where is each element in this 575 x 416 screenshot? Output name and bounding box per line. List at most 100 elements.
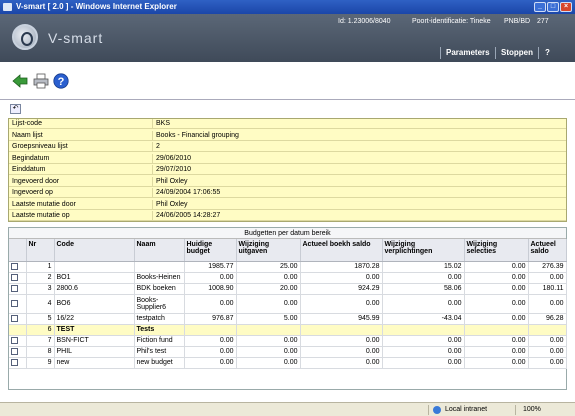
info-label: Begindatum bbox=[12, 154, 50, 162]
budget-table: Nr Code Naam Huidige budget Wijziging ui… bbox=[9, 239, 567, 369]
zone-label: Local intranet bbox=[445, 406, 488, 413]
table-row[interactable]: 6 TEST Tests bbox=[9, 324, 567, 336]
info-label: Einddatum bbox=[12, 166, 46, 173]
table-row[interactable]: 3 2800.6 BDK boeken 1008.90 20.00 924.29 58.06… bbox=[9, 283, 567, 295]
info-value: Phil Oxley bbox=[156, 177, 188, 185]
window-controls: _ □ × bbox=[534, 2, 572, 12]
cell-naam: new budget bbox=[134, 357, 185, 369]
branch-code: PNB/BD bbox=[504, 18, 531, 25]
row-checkbox[interactable] bbox=[11, 284, 18, 292]
back-arrow-icon[interactable] bbox=[12, 73, 28, 89]
cell-code: 2800.6 bbox=[54, 283, 135, 295]
ie-icon bbox=[3, 3, 12, 11]
cell-budget: 0.00 bbox=[184, 357, 237, 369]
cell-verpl: 0.00 bbox=[382, 272, 465, 284]
cell-boekh bbox=[300, 324, 383, 336]
cell-saldo: 96.28 bbox=[528, 313, 567, 325]
table-row[interactable]: 5 16/22 testpatch 976.87 5.00 945.99 -43.04 0.0… bbox=[9, 313, 567, 325]
help-icon[interactable]: ? bbox=[53, 73, 69, 89]
info-row: Naam lijst Books - Financial grouping bbox=[9, 130, 566, 141]
cell-saldo: 0.00 bbox=[528, 335, 567, 347]
info-row: Laatste mutatie door Phil Oxley bbox=[9, 199, 566, 210]
stop-link[interactable]: Stoppen bbox=[501, 48, 533, 57]
session-id: Id: 1.23006/8040 bbox=[338, 18, 391, 25]
printer-icon[interactable] bbox=[33, 73, 49, 89]
cell-code: PHIL bbox=[54, 346, 135, 358]
minimize-button[interactable]: _ bbox=[534, 2, 546, 12]
info-divider bbox=[152, 199, 153, 210]
row-select-cell bbox=[9, 335, 27, 347]
cell-verpl: 58.06 bbox=[382, 283, 465, 295]
info-row: Groepsniveau lijst 2 bbox=[9, 142, 566, 152]
cell-boekh: 0.00 bbox=[300, 294, 383, 314]
row-checkbox[interactable] bbox=[11, 358, 18, 366]
info-value: Books - Financial grouping bbox=[156, 131, 239, 139]
svg-text:?: ? bbox=[58, 76, 65, 88]
table-row[interactable]: 9 new new budget 0.00 0.00 0.00 0.00 0.00 0.00 bbox=[9, 357, 567, 369]
cell-nr: 7 bbox=[26, 335, 55, 347]
info-label: Naam lijst bbox=[12, 131, 43, 139]
nav-divider bbox=[538, 47, 539, 59]
undo-icon[interactable]: ↶ bbox=[10, 104, 21, 114]
maximize-button[interactable]: □ bbox=[547, 2, 559, 12]
info-value: 24/06/2005 14:28:27 bbox=[156, 212, 221, 219]
close-button[interactable]: × bbox=[560, 2, 572, 12]
row-checkbox[interactable] bbox=[11, 262, 18, 270]
parameters-link[interactable]: Parameters bbox=[446, 48, 490, 57]
cell-code: BO1 bbox=[54, 272, 135, 284]
nav-divider bbox=[440, 47, 441, 59]
row-select-cell bbox=[9, 272, 27, 284]
table-row[interactable]: 2 BO1 Books-Heinen 0.00 0.00 0.00 0.00 0.00 0.00 bbox=[9, 272, 567, 284]
cell-saldo: 276.39 bbox=[528, 261, 567, 273]
status-divider bbox=[515, 405, 516, 415]
cell-verpl: 0.00 bbox=[382, 294, 465, 314]
budget-grid: Budgetten per datum bereik Nr Code Naam … bbox=[8, 227, 567, 390]
row-checkbox[interactable] bbox=[11, 273, 18, 281]
count-value: 277 bbox=[537, 18, 549, 25]
cell-boekh: 0.00 bbox=[300, 346, 383, 358]
nav-bar: Parameters Stoppen ? bbox=[0, 44, 575, 62]
cell-boekh: 924.29 bbox=[300, 283, 383, 295]
list-info-panel: Lijst-code BKS Naam lijst Books - Financial… bbox=[8, 118, 567, 222]
table-row[interactable]: 4 BO6 Books-Supplier6 0.00 0.00 0.00 0.00 0.00 0… bbox=[9, 294, 567, 314]
row-checkbox[interactable] bbox=[11, 314, 18, 322]
cell-code bbox=[54, 261, 135, 273]
cell-saldo: 0.00 bbox=[528, 357, 567, 369]
cell-nr: 2 bbox=[26, 272, 55, 284]
info-divider bbox=[152, 130, 153, 141]
table-row[interactable]: 1 1985.77 25.00 1870.28 15.02 0.00 276.39 bbox=[9, 261, 567, 273]
cell-sel: 0.00 bbox=[464, 335, 529, 347]
cell-budget bbox=[184, 324, 237, 336]
help-link[interactable]: ? bbox=[545, 48, 550, 57]
info-row: Ingevoerd op 24/09/2004 17:06:55 bbox=[9, 188, 566, 198]
info-value: 29/07/2010 bbox=[156, 166, 192, 173]
info-label: Lijst-code bbox=[12, 120, 42, 127]
app-header: V-smart Id: 1.23006/8040 Poort-identific… bbox=[0, 14, 575, 62]
row-checkbox[interactable] bbox=[11, 336, 18, 344]
table-row[interactable]: 8 PHIL Phil's test 0.00 0.00 0.00 0.00 0.00 0.00 bbox=[9, 346, 567, 358]
cell-verpl: 0.00 bbox=[382, 357, 465, 369]
info-divider bbox=[152, 153, 153, 164]
cell-sel: 0.00 bbox=[464, 283, 529, 295]
cell-budget: 0.00 bbox=[184, 335, 237, 347]
cell-sel: 0.00 bbox=[464, 272, 529, 284]
row-checkbox[interactable] bbox=[11, 299, 18, 307]
zoom-level[interactable]: 100% bbox=[523, 406, 541, 413]
info-divider bbox=[152, 119, 153, 129]
cell-naam bbox=[134, 261, 185, 273]
cell-budget: 976.87 bbox=[184, 313, 237, 325]
info-value: Phil Oxley bbox=[156, 200, 188, 208]
cell-uitgaven: 0.00 bbox=[236, 294, 301, 314]
status-bar: Local intranet 100% bbox=[0, 402, 575, 416]
cell-nr: 1 bbox=[26, 261, 55, 273]
row-checkbox[interactable] bbox=[11, 347, 18, 355]
cell-code: BSN-FICT bbox=[54, 335, 135, 347]
cell-nr: 3 bbox=[26, 283, 55, 295]
cell-saldo: 180.11 bbox=[528, 283, 567, 295]
info-label: Groepsniveau lijst bbox=[12, 143, 68, 150]
cell-uitgaven bbox=[236, 324, 301, 336]
cell-budget: 0.00 bbox=[184, 346, 237, 358]
row-select-cell bbox=[9, 261, 27, 273]
table-row[interactable]: 7 BSN-FICT Fiction fund 0.00 0.00 0.00 0.00 0.0… bbox=[9, 335, 567, 347]
cell-code: 16/22 bbox=[54, 313, 135, 325]
